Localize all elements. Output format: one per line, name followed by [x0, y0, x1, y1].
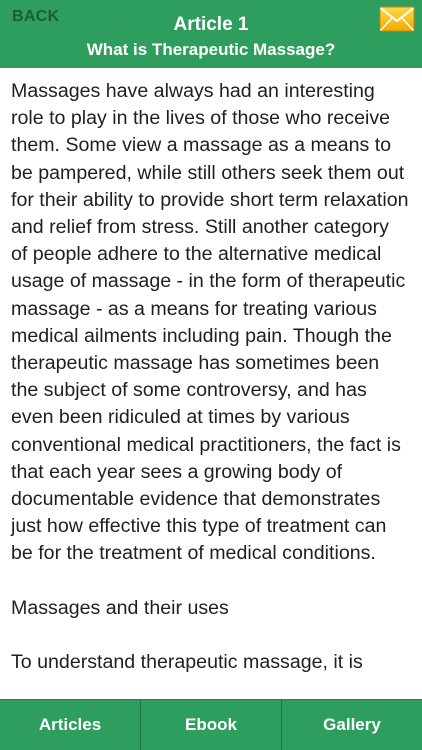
- article-section-heading: Massages and their uses: [11, 596, 229, 619]
- article-subtitle: What is Therapeutic Massage?: [86, 40, 336, 59]
- bottom-tab-bar: Articles Ebook Gallery: [0, 699, 422, 750]
- article-content[interactable]: Massages have always had an interesting …: [0, 68, 422, 699]
- article-paragraph: Massages have always had an interesting …: [11, 80, 409, 565]
- tab-gallery[interactable]: Gallery: [281, 700, 422, 750]
- header-bar: BACK Article 1 What is Therapeutic Massa…: [0, 0, 422, 68]
- tab-ebook[interactable]: Ebook: [140, 700, 281, 750]
- article-paragraph-continued: To understand therapeutic massage, it is: [11, 650, 363, 673]
- article-number-title: Article 1: [173, 14, 249, 35]
- tab-articles[interactable]: Articles: [0, 700, 140, 750]
- mail-envelope-icon[interactable]: [379, 6, 415, 32]
